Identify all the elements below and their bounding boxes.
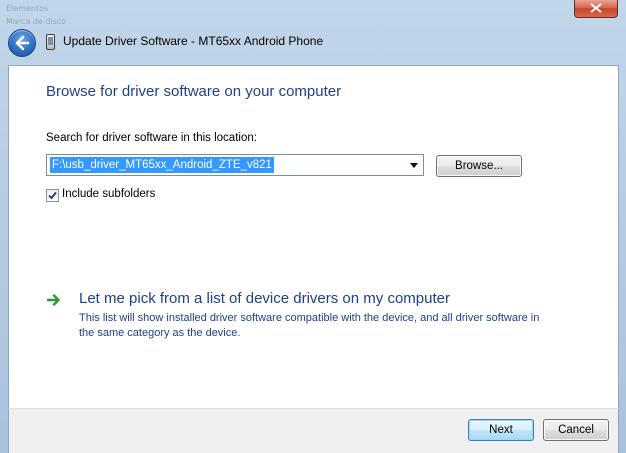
close-icon bbox=[590, 3, 602, 13]
phone-device-icon bbox=[46, 34, 55, 50]
background-ghost-text-1: Elementos bbox=[6, 4, 49, 13]
cancel-button[interactable]: Cancel bbox=[543, 419, 609, 441]
page-heading: Browse for driver software on your compu… bbox=[46, 83, 342, 100]
chevron-down-icon bbox=[410, 163, 418, 168]
background-ghost-text-2: Marca de disco bbox=[6, 17, 67, 26]
search-location-label: Search for driver software in this locat… bbox=[46, 132, 257, 144]
back-arrow-icon bbox=[15, 35, 30, 51]
green-arrow-icon bbox=[47, 294, 60, 306]
path-dropdown-button[interactable] bbox=[407, 157, 421, 173]
browse-button[interactable]: Browse... bbox=[436, 155, 522, 177]
include-subfolders-label[interactable]: Include subfolders bbox=[62, 188, 155, 200]
path-combobox[interactable]: F:\usb_driver_MT65xx_Android_ZTE_v821 bbox=[46, 154, 424, 176]
pick-from-list-description: This list will show installed driver sof… bbox=[79, 312, 540, 339]
back-button[interactable] bbox=[8, 29, 36, 57]
path-input-value[interactable]: F:\usb_driver_MT65xx_Android_ZTE_v821 bbox=[50, 157, 274, 173]
close-button[interactable] bbox=[574, 0, 618, 18]
dialog-window: Elementos Marca de disco Update Driver S… bbox=[0, 0, 626, 453]
include-subfolders-checkbox[interactable] bbox=[46, 189, 59, 202]
wizard-content: Browse for driver software on your compu… bbox=[8, 65, 619, 408]
window-title: Update Driver Software - MT65xx Android … bbox=[63, 34, 324, 48]
wizard-footer: Next Cancel bbox=[8, 408, 619, 453]
checkmark-icon bbox=[48, 191, 57, 200]
pick-from-list-link[interactable]: Let me pick from a list of device driver… bbox=[79, 290, 450, 307]
next-button[interactable]: Next bbox=[468, 419, 534, 441]
